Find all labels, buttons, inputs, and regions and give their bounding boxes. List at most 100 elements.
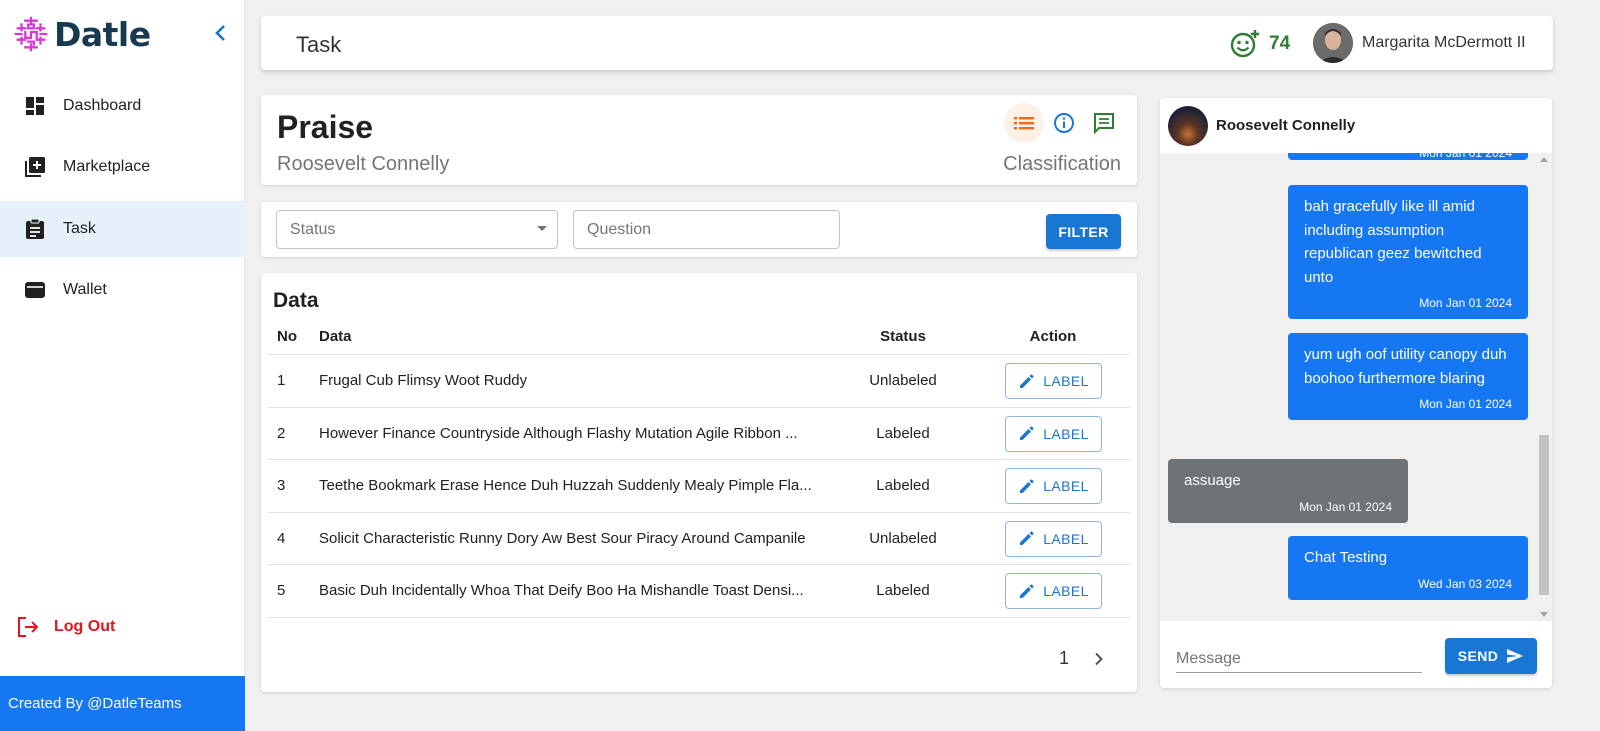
message-time: Mon Jan 01 2024 bbox=[1419, 397, 1512, 411]
avatar[interactable] bbox=[1313, 23, 1353, 63]
chat-message-outgoing: yum ugh oof utility canopy duh boohoo fu… bbox=[1288, 333, 1528, 420]
chat-button[interactable] bbox=[1084, 103, 1124, 143]
scrollbar-thumb[interactable] bbox=[1539, 435, 1549, 595]
column-header-status: Status bbox=[880, 328, 926, 345]
table-row: 2 However Finance Countryside Although F… bbox=[268, 408, 1130, 460]
chat-header: Roosevelt Connelly bbox=[1160, 98, 1552, 153]
row-status: Unlabeled bbox=[869, 372, 937, 390]
pencil-icon bbox=[1018, 425, 1035, 442]
data-table: No Data Status Action 1 Frugal Cub Flims… bbox=[268, 319, 1130, 618]
chat-message-incoming: assuage Mon Jan 01 2024 bbox=[1168, 459, 1408, 523]
chat-message-outgoing: bah gracefully like ill amid including a… bbox=[1288, 185, 1528, 319]
column-header-no: No bbox=[277, 328, 297, 345]
sidebar-item-task[interactable]: Task bbox=[0, 201, 245, 257]
smiley-add-icon bbox=[1230, 30, 1259, 58]
footer-credit: Created By @DatleTeams bbox=[8, 695, 182, 712]
dashboard-icon bbox=[24, 95, 46, 117]
row-number: 5 bbox=[277, 582, 286, 600]
sidebar-item-wallet[interactable]: Wallet bbox=[0, 262, 245, 318]
datle-logo-icon bbox=[14, 16, 48, 52]
clipboard-icon bbox=[24, 218, 46, 240]
status-select-placeholder: Status bbox=[290, 220, 336, 238]
label-button[interactable]: LABEL bbox=[1005, 573, 1102, 609]
chevron-right-icon bbox=[1095, 652, 1103, 665]
collapse-sidebar-button[interactable] bbox=[208, 20, 232, 46]
message-text: yum ugh oof utility canopy duh boohoo fu… bbox=[1304, 346, 1507, 387]
row-number: 1 bbox=[277, 372, 286, 390]
data-table-card: Data No Data Status Action 1 Frugal Cub … bbox=[261, 273, 1137, 692]
sidebar-item-label: Task bbox=[63, 220, 96, 237]
view-switcher bbox=[1004, 103, 1124, 143]
wallet-icon bbox=[24, 279, 46, 301]
sidebar-item-label: Marketplace bbox=[63, 158, 151, 175]
logout-label: Log Out bbox=[54, 618, 116, 635]
chat-message-outgoing: Chat Testing Wed Jan 03 2024 bbox=[1288, 536, 1528, 600]
send-icon bbox=[1506, 648, 1524, 664]
table-row: 3 Teethe Bookmark Erase Hence Duh Huzzah… bbox=[268, 460, 1130, 513]
chat-panel: Roosevelt Connelly Mon Jan 01 2024 bah g… bbox=[1160, 98, 1552, 688]
task-type: Classification bbox=[1003, 153, 1121, 175]
row-status: Unlabeled bbox=[869, 529, 937, 547]
label-button-text: LABEL bbox=[1043, 425, 1089, 442]
page-title: Task bbox=[296, 32, 342, 57]
sidebar-item-label: Wallet bbox=[63, 281, 107, 298]
label-button[interactable]: LABEL bbox=[1005, 520, 1102, 557]
sidebar-item-marketplace[interactable]: Marketplace bbox=[0, 139, 245, 195]
row-status: Labeled bbox=[876, 477, 930, 495]
chat-messages[interactable]: Mon Jan 01 2024 bah gracefully like ill … bbox=[1160, 153, 1552, 621]
send-button[interactable]: SEND bbox=[1445, 638, 1537, 674]
row-data: Teethe Bookmark Erase Hence Duh Huzzah S… bbox=[319, 477, 812, 495]
info-button[interactable] bbox=[1044, 103, 1084, 143]
logout-button[interactable]: Log Out bbox=[16, 614, 115, 640]
message-time: Mon Jan 01 2024 bbox=[1419, 296, 1512, 310]
column-header-action: Action bbox=[1029, 328, 1077, 345]
pencil-icon bbox=[1018, 373, 1035, 390]
label-button[interactable]: LABEL bbox=[1005, 415, 1102, 452]
scroll-up-arrow-icon[interactable] bbox=[1540, 157, 1548, 162]
task-owner: Roosevelt Connelly bbox=[277, 153, 450, 175]
send-button-label: SEND bbox=[1457, 648, 1499, 664]
label-button-text: LABEL bbox=[1043, 583, 1089, 599]
pencil-icon bbox=[1018, 530, 1035, 547]
points-value: 74 bbox=[1269, 33, 1291, 54]
info-icon bbox=[1054, 113, 1074, 133]
sidebar-footer: Created By @DatleTeams bbox=[0, 676, 245, 731]
user-name[interactable]: Margarita McDermott II bbox=[1362, 34, 1526, 52]
sidebar-item-dashboard[interactable]: Dashboard bbox=[0, 78, 245, 134]
chat-scrollbar[interactable] bbox=[1536, 153, 1552, 621]
chat-icon bbox=[1094, 113, 1114, 134]
pencil-icon bbox=[1018, 478, 1035, 495]
task-title: Praise bbox=[277, 109, 374, 145]
question-input[interactable] bbox=[573, 210, 840, 249]
scroll-down-arrow-icon[interactable] bbox=[1540, 612, 1548, 617]
label-button[interactable]: LABEL bbox=[1005, 468, 1102, 504]
points-indicator: 74 bbox=[1229, 28, 1290, 60]
pencil-icon bbox=[1018, 583, 1035, 600]
label-button-text: LABEL bbox=[1043, 530, 1089, 547]
filter-bar: Status FILTER bbox=[261, 202, 1137, 257]
row-number: 4 bbox=[277, 529, 286, 547]
row-status: Labeled bbox=[876, 582, 930, 600]
pagination: 1 bbox=[1054, 648, 1104, 669]
user-photo-icon bbox=[1313, 23, 1353, 63]
next-page-button[interactable] bbox=[1094, 652, 1104, 666]
label-button[interactable]: LABEL bbox=[1005, 363, 1102, 399]
message-time: Mon Jan 01 2024 bbox=[1299, 499, 1392, 514]
sidebar: Datle Dashboard Marketplace Task Wallet bbox=[0, 0, 245, 731]
status-select[interactable]: Status bbox=[276, 210, 558, 249]
list-view-button[interactable] bbox=[1004, 103, 1044, 143]
list-icon bbox=[1014, 117, 1034, 130]
avatar bbox=[1168, 105, 1208, 146]
message-text: assuage bbox=[1184, 472, 1241, 489]
column-header-data: Data bbox=[319, 328, 352, 345]
page-number[interactable]: 1 bbox=[1054, 648, 1074, 669]
chat-contact-name: Roosevelt Connelly bbox=[1216, 117, 1356, 134]
row-number: 2 bbox=[277, 424, 286, 442]
caret-down-icon bbox=[537, 226, 547, 231]
brand[interactable]: Datle bbox=[12, 14, 151, 54]
row-data: Frugal Cub Flimsy Woot Ruddy bbox=[319, 372, 528, 390]
filter-button[interactable]: FILTER bbox=[1046, 214, 1121, 249]
task-info-card: Praise Roosevelt Connelly Classification bbox=[261, 95, 1137, 185]
chat-message-outgoing: Mon Jan 01 2024 bbox=[1288, 153, 1528, 160]
message-input[interactable] bbox=[1176, 645, 1422, 673]
